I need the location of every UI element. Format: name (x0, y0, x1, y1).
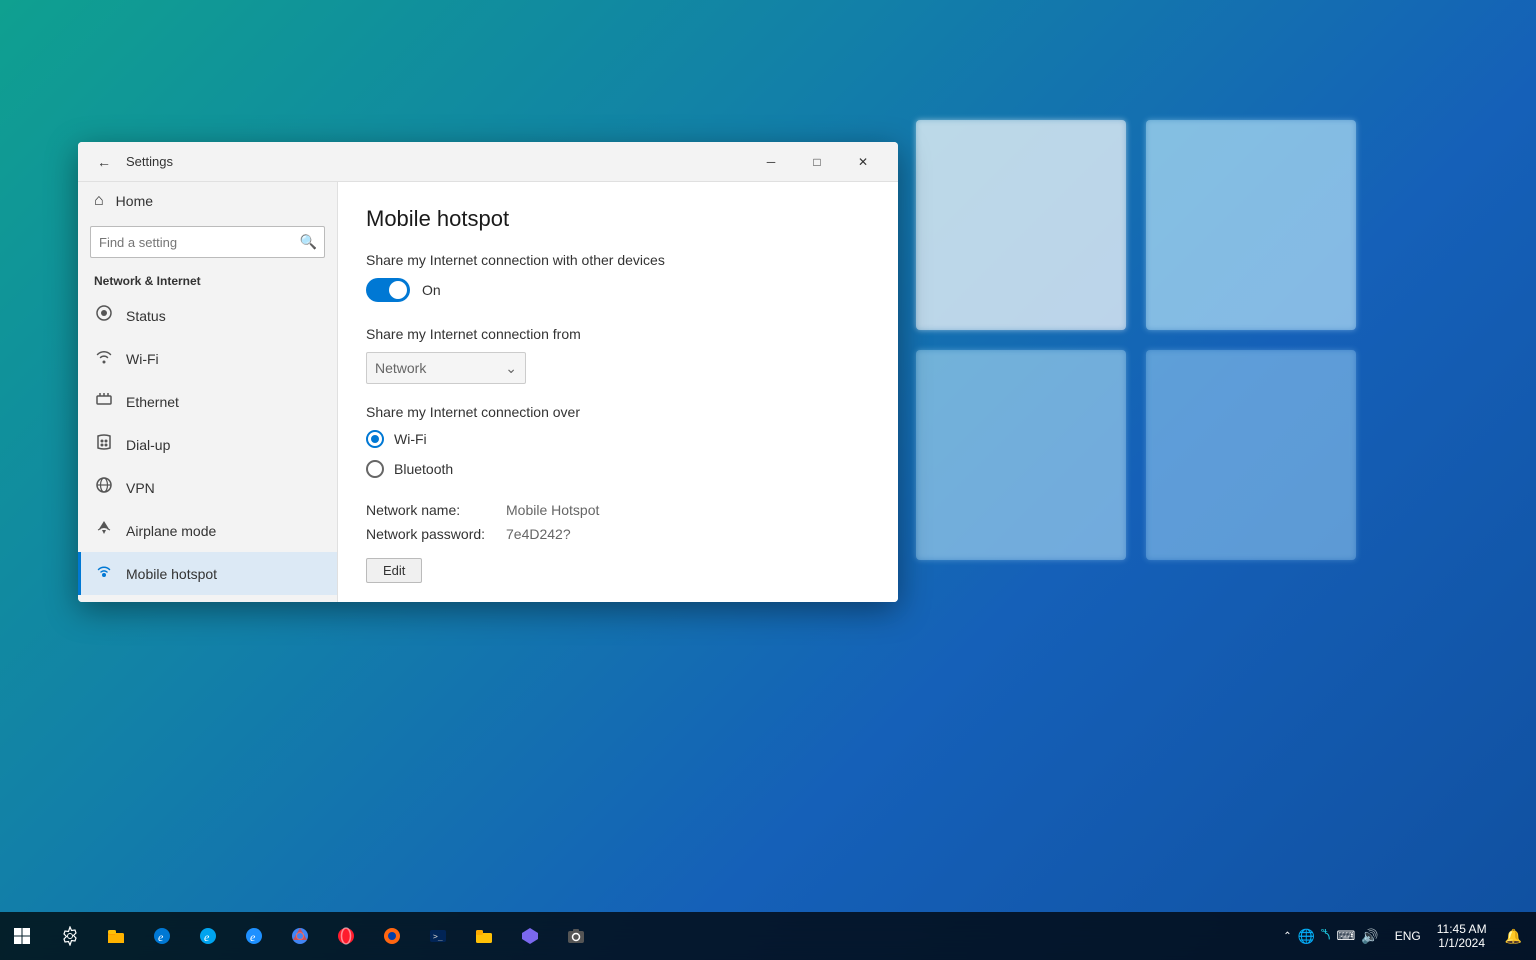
sidebar: ⌂ Home 🔍 Network & Internet Status W (78, 182, 338, 602)
sidebar-item-status[interactable]: Status (78, 294, 337, 337)
start-button[interactable] (0, 914, 44, 958)
title-bar: ← Settings ─ □ ✕ (78, 142, 898, 182)
search-icon[interactable]: 🔍 (300, 234, 317, 251)
toggle-row: On (366, 278, 870, 302)
vpn-icon (94, 476, 114, 499)
taskbar-settings-icon[interactable] (48, 914, 92, 958)
tray-volume-icon[interactable]: 🔊 (1361, 928, 1378, 945)
toggle-track (366, 278, 410, 302)
tray-notification-icon[interactable]: 🔔 (1499, 928, 1528, 945)
radio-bluetooth-label: Bluetooth (394, 461, 453, 477)
dropdown-value: Network (375, 360, 426, 376)
taskbar-terminal-icon[interactable]: >_ (416, 914, 460, 958)
clock-date: 1/1/2024 (1438, 936, 1485, 950)
toggle-state-label: On (422, 282, 441, 298)
radio-wifi-circle (366, 430, 384, 448)
taskbar-edge2-icon[interactable]: e (186, 914, 230, 958)
sidebar-item-ethernet[interactable]: Ethernet (78, 380, 337, 423)
devices-connected-value: 0 of 8 (492, 599, 527, 602)
edit-button[interactable]: Edit (366, 558, 422, 583)
taskbar-edge3-icon[interactable]: e (232, 914, 276, 958)
taskbar-apps: e e e >_ (44, 914, 602, 958)
sidebar-item-label-airplane: Airplane mode (126, 523, 216, 539)
connection-type-radio-group: Wi-Fi Bluetooth (366, 430, 870, 478)
svg-text:>_: >_ (433, 932, 443, 941)
sidebar-item-label-hotspot: Mobile hotspot (126, 566, 217, 582)
search-input[interactable] (90, 226, 325, 258)
radio-bluetooth[interactable]: Bluetooth (366, 460, 870, 478)
windows-logo (896, 100, 1376, 580)
settings-window: ← Settings ─ □ ✕ ⌂ Home 🔍 Network & Inte… (78, 142, 898, 602)
sidebar-item-dialup[interactable]: Dial-up (78, 423, 337, 466)
clock-time: 11:45 AM (1437, 922, 1487, 936)
sidebar-item-vpn[interactable]: VPN (78, 466, 337, 509)
share-from-label: Share my Internet connection from (366, 326, 870, 342)
toggle-thumb (389, 281, 407, 299)
svg-text:e: e (158, 930, 164, 944)
sidebar-item-wifi[interactable]: Wi-Fi (78, 337, 337, 380)
network-info-grid: Network name: Mobile Hotspot Network pas… (366, 502, 870, 542)
search-box: 🔍 (90, 226, 325, 258)
window-body: ⌂ Home 🔍 Network & Internet Status W (78, 182, 898, 602)
sidebar-item-label-dialup: Dial-up (126, 437, 170, 453)
taskbar-opera-icon[interactable] (324, 914, 368, 958)
tray-icons: ⌃ 🌐 ⯲ ⌨ 🔊 (1275, 924, 1387, 948)
radio-wifi[interactable]: Wi-Fi (366, 430, 870, 448)
sidebar-section-title: Network & Internet (78, 268, 337, 294)
sidebar-item-label-ethernet: Ethernet (126, 394, 179, 410)
wifi-icon (94, 347, 114, 370)
tray-language[interactable]: ENG (1391, 929, 1425, 943)
taskbar-folder-icon[interactable] (462, 914, 506, 958)
devices-connected-row: Devices connected: 0 of 8 (366, 599, 870, 602)
share-over-label: Share my Internet connection over (366, 404, 870, 420)
network-source-dropdown[interactable]: Network ⌄ (366, 352, 526, 384)
taskbar-chrome-icon[interactable] (278, 914, 322, 958)
minimize-button[interactable]: ─ (748, 146, 794, 178)
tray-network-icon[interactable]: 🌐 (1298, 928, 1315, 945)
maximize-button[interactable]: □ (794, 146, 840, 178)
home-label: Home (116, 193, 153, 209)
tray-bluetooth-icon[interactable]: ⯲ (1321, 924, 1331, 948)
svg-text:e: e (204, 930, 210, 944)
taskbar: e e e >_ (0, 912, 1536, 960)
tray-chevron[interactable]: ⌃ (1283, 931, 1291, 942)
sidebar-item-label-status: Status (126, 308, 166, 324)
taskbar-edge1-icon[interactable]: e (140, 914, 184, 958)
taskbar-explorer-icon[interactable] (94, 914, 138, 958)
home-icon: ⌂ (94, 192, 104, 210)
taskbar-firefox-icon[interactable] (370, 914, 414, 958)
system-clock[interactable]: 11:45 AM 1/1/2024 (1429, 922, 1495, 950)
sidebar-item-hotspot[interactable]: Mobile hotspot (78, 552, 337, 595)
close-button[interactable]: ✕ (840, 146, 886, 178)
sidebar-item-label-vpn: VPN (126, 480, 155, 496)
devices-connected-label: Devices connected: (366, 599, 488, 602)
network-password-label: Network password: (366, 526, 506, 542)
status-icon (94, 304, 114, 327)
tray-keyboard-icon[interactable]: ⌨ (1337, 928, 1356, 944)
back-button[interactable]: ← (90, 148, 118, 176)
taskbar-app-icon[interactable] (508, 914, 552, 958)
svg-text:e: e (250, 930, 256, 944)
airplane-icon (94, 519, 114, 542)
network-password-value: 7e4D242? (506, 526, 870, 542)
hotspot-toggle[interactable] (366, 278, 410, 302)
network-name-value: Mobile Hotspot (506, 502, 870, 518)
window-controls: ─ □ ✕ (748, 146, 886, 178)
sidebar-home[interactable]: ⌂ Home (78, 182, 337, 220)
main-content: Mobile hotspot Share my Internet connect… (338, 182, 898, 602)
taskbar-camera-icon[interactable] (554, 914, 598, 958)
hotspot-icon (94, 562, 114, 585)
sidebar-item-airplane[interactable]: Airplane mode (78, 509, 337, 552)
share-connection-label: Share my Internet connection with other … (366, 252, 870, 268)
radio-wifi-label: Wi-Fi (394, 431, 427, 447)
network-name-label: Network name: (366, 502, 506, 518)
page-title: Mobile hotspot (366, 206, 870, 232)
dropdown-chevron-icon: ⌄ (505, 360, 517, 377)
window-title: Settings (126, 154, 748, 169)
sidebar-item-label-wifi: Wi-Fi (126, 351, 159, 367)
radio-bluetooth-circle (366, 460, 384, 478)
ethernet-icon (94, 390, 114, 413)
dialup-icon (94, 433, 114, 456)
system-tray: ⌃ 🌐 ⯲ ⌨ 🔊 ENG 11:45 AM 1/1/2024 🔔 (1275, 922, 1536, 950)
